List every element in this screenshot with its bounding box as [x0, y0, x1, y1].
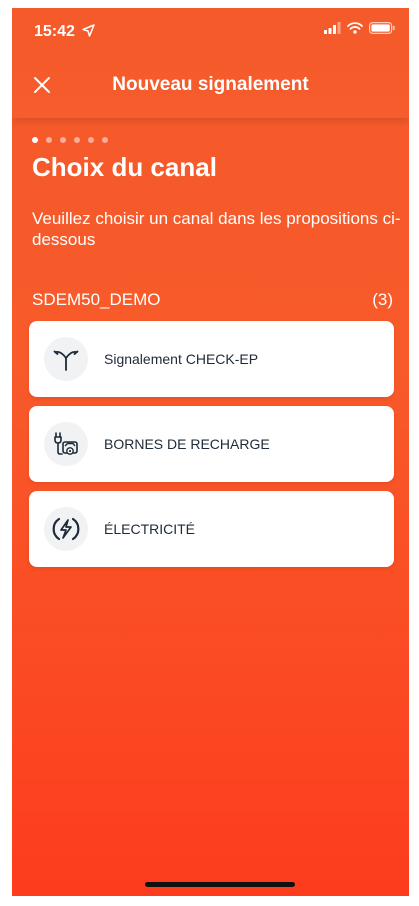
status-icons: [324, 21, 395, 39]
step-dot: [74, 137, 80, 143]
page-subtitle: Veuillez choisir un canal dans les propo…: [32, 209, 401, 249]
step-indicator: [32, 137, 108, 143]
status-time: 15:42: [34, 23, 75, 40]
step-dot: [46, 137, 52, 143]
wifi-icon: [347, 21, 363, 39]
step-dot: [88, 137, 94, 143]
location-arrow-icon: [82, 24, 95, 42]
navigation-bar: Nouveau signalement: [12, 52, 409, 118]
channel-group-header: SDEM50_DEMO (3): [32, 290, 393, 312]
channel-card-electricite[interactable]: ÉLECTRICITÉ: [29, 491, 394, 567]
step-dot-active: [32, 137, 38, 143]
app-screen: 15:42 Nouveau signalement Choix du canal…: [12, 8, 409, 896]
signal-icon: [324, 21, 341, 39]
ev-charger-icon: [44, 422, 88, 466]
step-dot: [60, 137, 66, 143]
channel-label: ÉLECTRICITÉ: [104, 521, 196, 537]
channel-card-check-ep[interactable]: Signalement CHECK-EP: [29, 321, 394, 397]
channel-group-count: (3): [372, 290, 393, 309]
channel-label: BORNES DE RECHARGE: [104, 436, 270, 452]
channel-label: Signalement CHECK-EP: [104, 351, 259, 367]
channel-group-name: SDEM50_DEMO: [32, 290, 161, 309]
page-title: Choix du canal: [32, 152, 217, 182]
street-lamp-icon: [44, 337, 88, 381]
step-dot: [102, 137, 108, 143]
channel-list: Signalement CHECK-EP BORNES DE RECHARGE: [29, 321, 394, 576]
channel-card-bornes-de-recharge[interactable]: BORNES DE RECHARGE: [29, 406, 394, 482]
navbar-title: Nouveau signalement: [112, 74, 309, 95]
status-bar: 15:42: [12, 8, 409, 52]
battery-icon: [369, 21, 395, 39]
home-indicator[interactable]: [145, 882, 295, 887]
lightning-icon: [44, 507, 88, 551]
